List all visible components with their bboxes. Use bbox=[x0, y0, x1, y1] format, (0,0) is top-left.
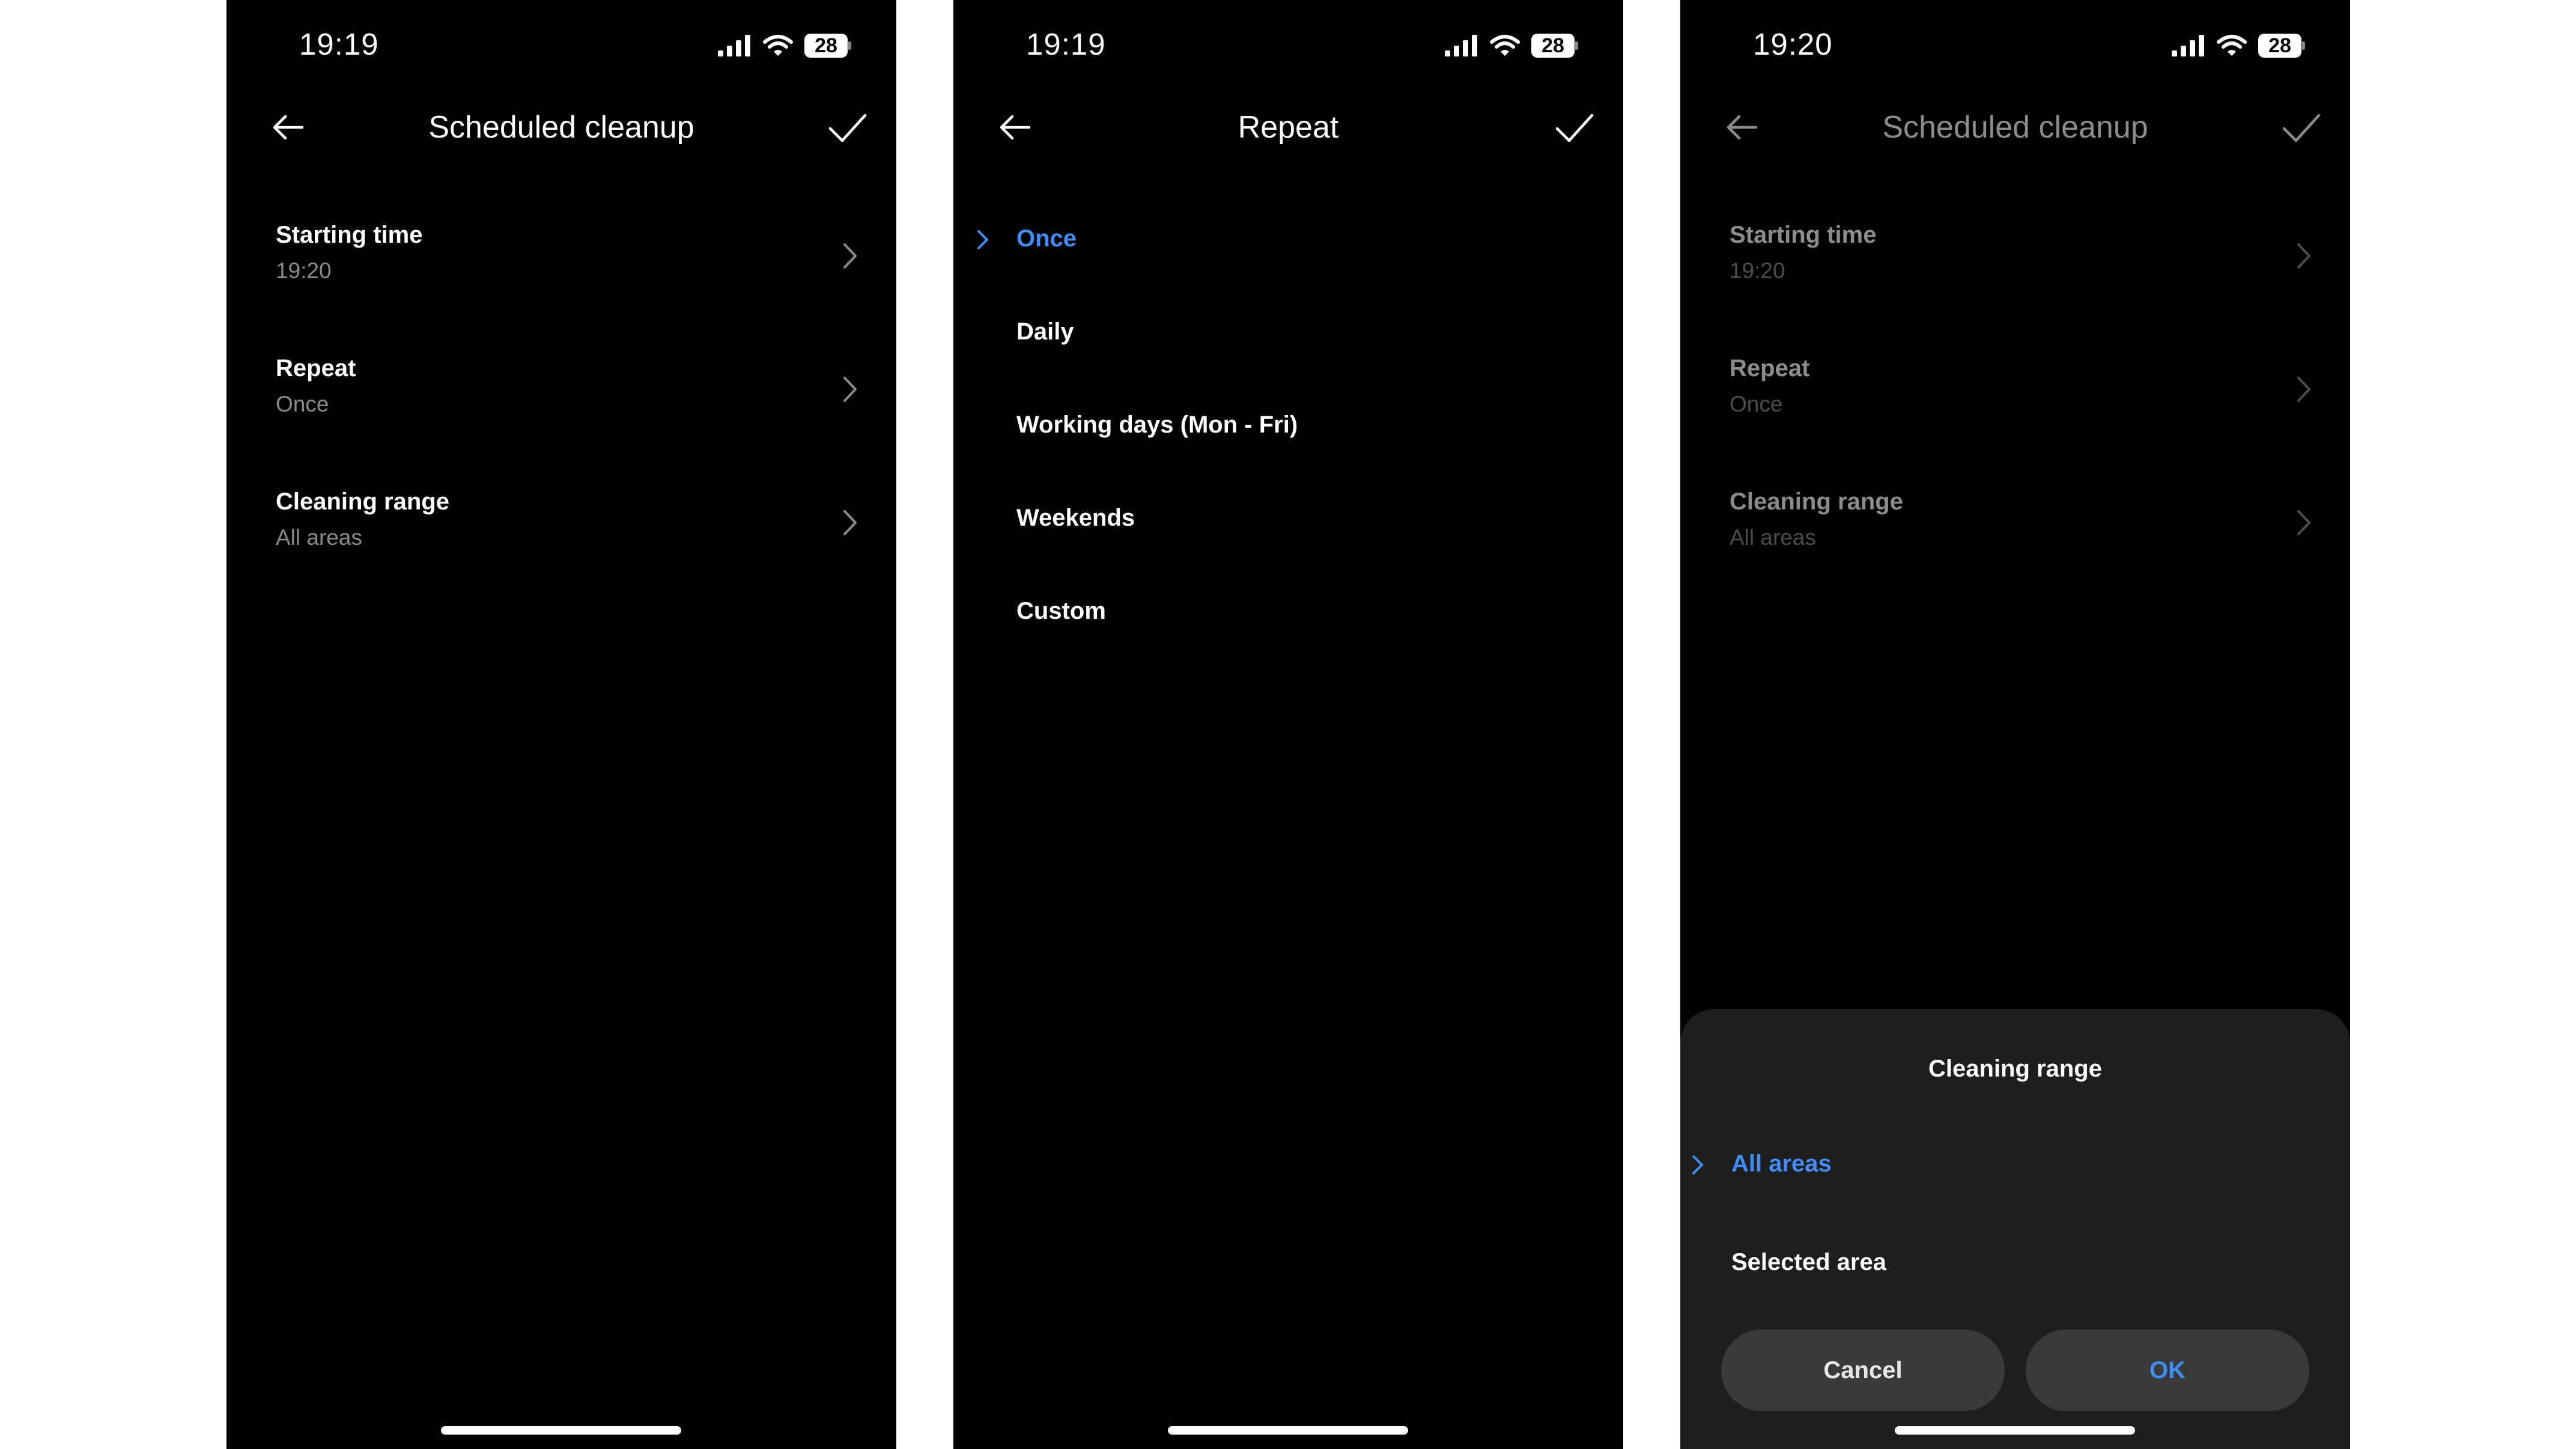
screen-scheduled-cleanup: 19:19 28 Scheduled cleanup Starting time… bbox=[226, 0, 896, 1449]
setting-cleaning-range: Cleaning range All areas bbox=[1730, 487, 2314, 595]
setting-starting-time: Starting time 19:20 bbox=[1730, 220, 2314, 328]
home-indicator[interactable] bbox=[1895, 1426, 2135, 1435]
app-bar: Repeat bbox=[953, 90, 1623, 162]
ok-button[interactable]: OK bbox=[2026, 1329, 2309, 1411]
option-label: All areas bbox=[1731, 1150, 1832, 1177]
page-title: Scheduled cleanup bbox=[428, 110, 694, 145]
wifi-icon bbox=[2217, 35, 2247, 56]
sheet-title: Cleaning range bbox=[1928, 1056, 2102, 1082]
app-bar: Scheduled cleanup bbox=[226, 90, 896, 162]
battery-icon: 28 bbox=[804, 34, 851, 58]
wifi-icon bbox=[1490, 35, 1520, 56]
cellular-signal-icon bbox=[718, 35, 750, 56]
home-indicator[interactable] bbox=[1168, 1426, 1408, 1435]
option-custom[interactable]: Custom bbox=[1016, 584, 1587, 650]
status-time: 19:19 bbox=[299, 27, 379, 61]
option-label: Working days (Mon - Fri) bbox=[1016, 412, 1298, 438]
option-daily[interactable]: Daily bbox=[1016, 305, 1587, 371]
setting-label: Starting time bbox=[276, 222, 423, 248]
checkmark-icon[interactable] bbox=[1555, 108, 1594, 147]
battery-level: 28 bbox=[1542, 34, 1564, 57]
setting-label: Starting time bbox=[1730, 222, 1877, 248]
setting-value: Once bbox=[1730, 392, 1783, 416]
chevron-right-icon bbox=[843, 377, 857, 402]
setting-value: Once bbox=[276, 392, 329, 416]
option-label: Weekends bbox=[1016, 505, 1135, 531]
setting-label: Repeat bbox=[276, 355, 356, 381]
option-weekends[interactable]: Weekends bbox=[1016, 491, 1587, 557]
chevron-right-icon bbox=[843, 510, 857, 535]
battery-level: 28 bbox=[2268, 34, 2291, 57]
setting-label: Cleaning range bbox=[276, 488, 449, 515]
checkmark-icon[interactable] bbox=[828, 108, 867, 147]
home-indicator[interactable] bbox=[441, 1426, 681, 1435]
status-bar: 19:19 28 bbox=[226, 0, 896, 90]
cellular-signal-icon bbox=[1445, 35, 1477, 56]
setting-value: 19:20 bbox=[276, 258, 332, 283]
setting-repeat[interactable]: Repeat Once bbox=[276, 353, 860, 461]
wifi-icon bbox=[763, 35, 793, 56]
option-label: Once bbox=[1016, 225, 1077, 252]
setting-cleaning-range[interactable]: Cleaning range All areas bbox=[276, 487, 860, 595]
chevron-right-icon bbox=[2297, 510, 2310, 535]
option-label: Custom bbox=[1016, 598, 1106, 624]
status-bar: 19:19 28 bbox=[953, 0, 1623, 90]
option-label: Daily bbox=[1016, 318, 1074, 345]
setting-label: Cleaning range bbox=[1730, 488, 1903, 515]
page-title: Repeat bbox=[1238, 110, 1339, 145]
status-icons: 28 bbox=[2172, 31, 2305, 60]
status-time: 19:19 bbox=[1026, 27, 1106, 61]
option-once[interactable]: Once bbox=[977, 211, 1587, 278]
option-selected-area[interactable]: Selected area bbox=[1731, 1235, 2314, 1301]
status-icons: 28 bbox=[1445, 31, 1578, 60]
option-label: Selected area bbox=[1731, 1249, 1886, 1275]
screen-repeat: 19:19 28 Repeat Once Daily Working days … bbox=[953, 0, 1623, 1449]
status-bar: 19:20 28 bbox=[1680, 0, 2350, 90]
app-bar: Scheduled cleanup bbox=[1680, 90, 2350, 162]
status-icons: 28 bbox=[718, 31, 851, 60]
chevron-right-icon bbox=[977, 230, 988, 249]
battery-icon: 28 bbox=[1531, 34, 1578, 58]
cellular-signal-icon bbox=[2172, 35, 2204, 56]
battery-level: 28 bbox=[815, 34, 837, 57]
setting-value: 19:20 bbox=[1730, 258, 1785, 283]
page-title: Scheduled cleanup bbox=[1882, 110, 2148, 145]
battery-icon: 28 bbox=[2258, 34, 2305, 58]
cancel-button[interactable]: Cancel bbox=[1721, 1329, 2005, 1411]
option-working-days[interactable]: Working days (Mon - Fri) bbox=[1016, 398, 1587, 464]
chevron-right-icon bbox=[1692, 1155, 1703, 1174]
chevron-right-icon bbox=[2297, 377, 2310, 402]
setting-starting-time[interactable]: Starting time 19:20 bbox=[276, 220, 860, 328]
setting-repeat: Repeat Once bbox=[1730, 353, 2314, 461]
status-time: 19:20 bbox=[1753, 27, 1833, 61]
chevron-right-icon bbox=[2297, 243, 2310, 269]
setting-value: All areas bbox=[1730, 525, 1816, 550]
setting-label: Repeat bbox=[1730, 355, 1810, 381]
setting-value: All areas bbox=[276, 525, 362, 550]
cleaning-range-sheet: Cleaning range All areas Selected area C… bbox=[1680, 1009, 2350, 1449]
option-all-areas[interactable]: All areas bbox=[1692, 1137, 2314, 1203]
screen-cleaning-range-sheet: 19:20 28 Scheduled cleanup Starting time… bbox=[1680, 0, 2350, 1449]
checkmark-icon bbox=[2282, 114, 2321, 142]
chevron-right-icon bbox=[843, 243, 857, 269]
